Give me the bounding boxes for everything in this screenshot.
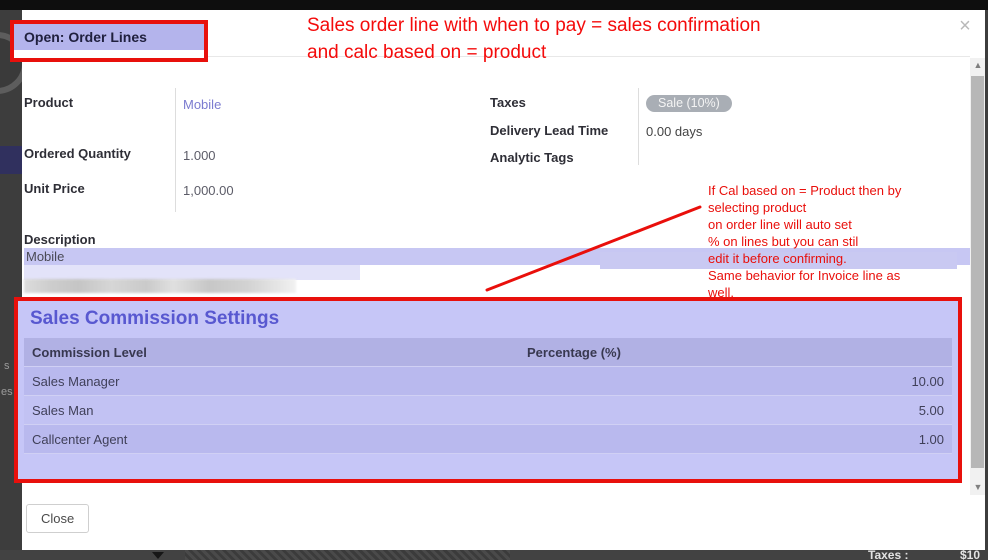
annotation-side-line: If Cal based on = Product then by xyxy=(708,182,976,199)
field-value-delivery-lead-time: 0.00 days xyxy=(646,124,702,139)
field-label-unit-price: Unit Price xyxy=(24,181,85,196)
description-line-highlight-partial xyxy=(24,265,360,280)
cell-commission-level: Callcenter Agent xyxy=(24,432,752,447)
cell-percentage: 5.00 xyxy=(752,403,952,418)
commission-annotation-box: Sales Commission Settings Commission Lev… xyxy=(14,297,962,483)
cell-commission-level: Sales Manager xyxy=(24,374,752,389)
close-button[interactable]: Close xyxy=(26,504,89,533)
scrollbar-up-icon[interactable]: ▲ xyxy=(971,59,985,71)
top-bar xyxy=(0,0,988,10)
field-label-description: Description xyxy=(24,232,96,247)
cell-percentage: 1.00 xyxy=(752,432,952,447)
column-header-percentage: Percentage (%) xyxy=(527,345,621,360)
field-value-unit-price: 1,000.00 xyxy=(183,183,234,198)
annotation-arrow-line xyxy=(480,200,710,300)
field-label-product: Product xyxy=(24,95,73,110)
title-annotation-box: Open: Order Lines xyxy=(10,20,208,62)
form-right-divider xyxy=(638,88,639,165)
table-empty-row xyxy=(24,453,952,478)
form-left-divider xyxy=(175,88,176,212)
field-value-ordered-quantity: 1.000 xyxy=(183,148,216,163)
dropdown-arrow-icon xyxy=(152,552,164,559)
cell-commission-level: Sales Man xyxy=(24,403,752,418)
background-hatched-area xyxy=(185,550,510,560)
background-selected-menu-band xyxy=(0,146,22,174)
commission-section-title: Sales Commission Settings xyxy=(30,308,279,330)
scrollbar-down-icon[interactable]: ▼ xyxy=(971,481,985,493)
background-taxes-label: Taxes : xyxy=(868,550,908,560)
background-text-fragment: s xyxy=(4,360,10,372)
scrollbar-thumb[interactable] xyxy=(971,76,984,468)
commission-table: Commission Level Percentage (%) Sales Ma… xyxy=(24,338,952,478)
annotation-side-line: Same behavior for Invoice line as xyxy=(708,267,976,284)
field-label-taxes: Taxes xyxy=(490,95,526,110)
field-value-product[interactable]: Mobile xyxy=(183,97,221,112)
background-text-fragment: es xyxy=(1,386,13,398)
dimmed-bottom-background: Taxes : $10 xyxy=(0,550,988,560)
table-row[interactable]: Sales Manager 10.00 xyxy=(24,366,952,395)
field-label-ordered-quantity: Ordered Quantity xyxy=(24,146,131,161)
table-row[interactable]: Callcenter Agent 1.00 xyxy=(24,424,952,453)
description-redacted-text xyxy=(24,279,296,293)
column-header-commission-level: Commission Level xyxy=(24,345,527,360)
commission-table-header: Commission Level Percentage (%) xyxy=(24,338,952,366)
cell-percentage: 10.00 xyxy=(752,374,952,389)
background-taxes-value: $10 xyxy=(960,550,980,560)
table-row[interactable]: Sales Man 5.00 xyxy=(24,395,952,424)
annotation-side: If Cal based on = Product then by select… xyxy=(708,182,976,301)
annotation-top: Sales order line with when to pay = sale… xyxy=(307,12,967,66)
annotation-side-line: on order line will auto set xyxy=(708,216,976,233)
annotation-top-line2: and calc based on = product xyxy=(307,39,967,66)
field-label-delivery-lead-time: Delivery Lead Time xyxy=(490,123,608,138)
annotation-side-line: selecting product xyxy=(708,199,976,216)
annotation-side-line: % on lines but you can stil xyxy=(708,233,976,250)
field-label-analytic-tags: Analytic Tags xyxy=(490,150,574,165)
modal-title: Open: Order Lines xyxy=(24,29,147,45)
taxes-badge: Sale (10%) xyxy=(646,95,732,112)
page: s es Taxes : $10 Open: Order Lines × Sal… xyxy=(0,0,988,560)
annotation-top-line1: Sales order line with when to pay = sale… xyxy=(307,12,967,39)
annotation-side-line: edit it before confirming. xyxy=(708,250,976,267)
